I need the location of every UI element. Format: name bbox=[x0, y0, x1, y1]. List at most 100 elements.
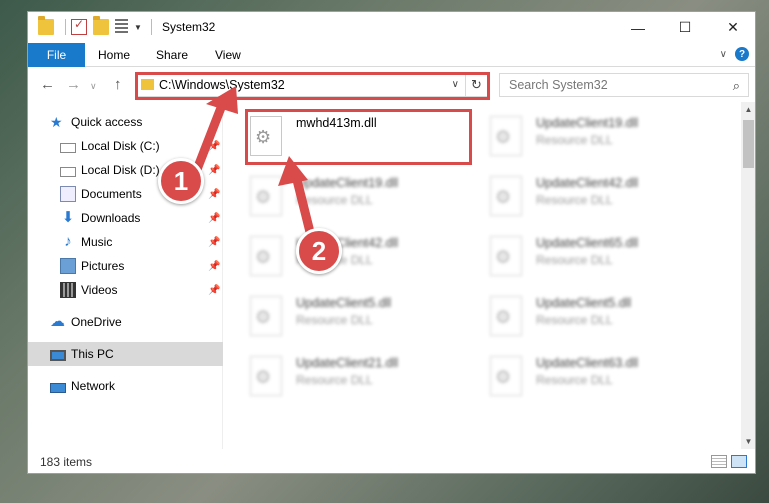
quick-access-toolbar: ▼ bbox=[38, 16, 157, 35]
file-name: UpdateClient65.dll bbox=[536, 236, 639, 250]
window-title: System32 bbox=[162, 20, 216, 34]
music-icon: ♪ bbox=[64, 233, 72, 250]
view-switcher bbox=[711, 455, 747, 468]
scrollbar-thumb[interactable] bbox=[743, 120, 754, 168]
videos-icon bbox=[60, 282, 76, 298]
file-name: UpdateClient19.dll bbox=[296, 176, 399, 190]
sidebar-item-this-pc[interactable]: This PC bbox=[28, 342, 223, 366]
minimize-button[interactable]: — bbox=[615, 12, 661, 43]
pin-icon[interactable]: 📌 bbox=[208, 189, 220, 200]
sidebar-item-music[interactable]: ♪ Music 📌 bbox=[28, 230, 223, 254]
pin-icon[interactable]: 📌 bbox=[208, 261, 220, 272]
star-icon: ★ bbox=[50, 114, 63, 130]
sidebar-item-label: Videos bbox=[81, 283, 118, 297]
computer-icon bbox=[50, 349, 66, 361]
file-name: UpdateClient5.dll bbox=[536, 296, 632, 310]
file-type: Resource DLL bbox=[536, 373, 613, 387]
sidebar-item-label: Downloads bbox=[81, 211, 141, 225]
folder-icon bbox=[38, 16, 54, 35]
tab-home[interactable]: Home bbox=[98, 48, 130, 62]
sidebar-item-quick-access[interactable]: ★ Quick access bbox=[28, 110, 223, 134]
file-type: Resource DLL bbox=[536, 313, 613, 327]
expand-ribbon-icon[interactable]: ∨ bbox=[720, 49, 727, 60]
properties-icon[interactable] bbox=[115, 19, 128, 35]
sidebar-item-onedrive[interactable]: ☁ OneDrive bbox=[28, 310, 223, 334]
file-type: Resource DLL bbox=[536, 133, 613, 147]
dll-file-icon bbox=[250, 176, 282, 216]
dll-file-icon bbox=[490, 296, 522, 336]
sidebar-item-label: This PC bbox=[71, 347, 114, 361]
details-view-icon[interactable] bbox=[711, 455, 727, 468]
properties-check-icon[interactable] bbox=[71, 17, 87, 35]
step-1-badge: 1 bbox=[158, 158, 204, 204]
ribbon: File Home Share View ∨ ? bbox=[28, 43, 755, 67]
cloud-icon: ☁ bbox=[50, 313, 65, 330]
vertical-scrollbar[interactable]: ▲ ▼ bbox=[741, 102, 755, 449]
navigation-pane: ★ Quick access Local Disk (C:) 📌 Local D… bbox=[28, 102, 223, 449]
pin-icon[interactable]: 📌 bbox=[208, 285, 220, 296]
search-placeholder: Search System32 bbox=[509, 78, 608, 92]
sidebar-item-pictures[interactable]: Pictures 📌 bbox=[28, 254, 223, 278]
file-type: Resource DLL bbox=[536, 253, 613, 267]
address-bar-highlight bbox=[135, 72, 490, 100]
search-icon[interactable]: ⌕ bbox=[733, 78, 740, 94]
sidebar-item-label: OneDrive bbox=[71, 315, 122, 329]
tab-view[interactable]: View bbox=[215, 48, 241, 62]
file-item[interactable]: UpdateClient19.dll Resource DLL bbox=[224, 170, 444, 220]
sidebar-item-downloads[interactable]: ⬇ Downloads 📌 bbox=[28, 206, 223, 230]
file-name: UpdateClient63.dll bbox=[536, 356, 639, 370]
file-item[interactable]: UpdateClient5.dll Resource DLL bbox=[224, 290, 444, 340]
ribbon-right-controls: ∨ ? bbox=[720, 47, 749, 61]
file-item[interactable]: UpdateClient21.dll Resource DLL bbox=[224, 350, 444, 400]
sidebar-item-videos[interactable]: Videos 📌 bbox=[28, 278, 223, 302]
up-icon[interactable]: ↑ bbox=[114, 76, 122, 93]
toolbar-divider bbox=[65, 19, 66, 35]
pin-icon[interactable]: 📌 bbox=[208, 141, 220, 152]
scroll-down-icon[interactable]: ▼ bbox=[741, 434, 755, 449]
file-type: Resource DLL bbox=[296, 313, 373, 327]
sidebar-item-label: Network bbox=[71, 379, 116, 393]
pictures-icon bbox=[60, 258, 76, 274]
file-name: UpdateClient19.dll bbox=[536, 116, 639, 130]
forward-icon[interactable]: → bbox=[66, 76, 81, 93]
file-highlight bbox=[245, 109, 472, 165]
maximize-button[interactable]: ☐ bbox=[662, 12, 708, 43]
file-item[interactable]: UpdateClient63.dll Resource DLL bbox=[464, 350, 684, 400]
back-icon[interactable]: ← bbox=[40, 76, 55, 93]
customize-toolbar-icon[interactable]: ▼ bbox=[134, 23, 142, 32]
dll-file-icon bbox=[490, 116, 522, 156]
large-icons-view-icon[interactable] bbox=[731, 455, 747, 468]
file-name: UpdateClient5.dll bbox=[296, 296, 392, 310]
sidebar-item-label: Local Disk (D:) bbox=[81, 163, 160, 177]
search-input[interactable]: Search System32 ⌕ bbox=[499, 73, 749, 97]
toolbar-divider bbox=[150, 19, 152, 35]
tab-file[interactable]: File bbox=[28, 43, 85, 67]
scroll-up-icon[interactable]: ▲ bbox=[741, 102, 755, 117]
pin-icon[interactable]: 📌 bbox=[208, 237, 220, 248]
dll-file-icon bbox=[490, 236, 522, 276]
tab-share[interactable]: Share bbox=[156, 48, 188, 62]
sidebar-item-label: Music bbox=[81, 235, 113, 249]
file-item[interactable]: UpdateClient42.dll Resource DLL bbox=[464, 170, 684, 220]
sidebar-item-label: Documents bbox=[81, 187, 142, 201]
file-item[interactable]: UpdateClient5.dll Resource DLL bbox=[464, 290, 684, 340]
file-name: UpdateClient21.dll bbox=[296, 356, 399, 370]
file-item[interactable]: UpdateClient65.dll Resource DLL bbox=[464, 230, 684, 280]
help-icon[interactable]: ? bbox=[735, 47, 749, 61]
new-folder-icon[interactable] bbox=[93, 16, 109, 35]
sidebar-item-local-disk-c[interactable]: Local Disk (C:) 📌 bbox=[28, 134, 223, 158]
disk-icon bbox=[60, 167, 76, 177]
dll-file-icon bbox=[490, 356, 522, 396]
dll-file-icon bbox=[490, 176, 522, 216]
close-button[interactable]: ✕ bbox=[710, 12, 755, 43]
pin-icon[interactable]: 📌 bbox=[208, 165, 220, 176]
sidebar-item-label: Local Disk (C:) bbox=[81, 139, 160, 153]
pin-icon[interactable]: 📌 bbox=[208, 213, 220, 224]
file-item[interactable]: UpdateClient19.dll Resource DLL bbox=[464, 110, 684, 160]
status-bar: 183 items bbox=[28, 449, 755, 473]
title-bar: ▼ System32 — ☐ ✕ bbox=[28, 12, 755, 43]
recent-locations-icon[interactable]: ∨ bbox=[90, 81, 97, 92]
sidebar-item-network[interactable]: Network bbox=[28, 374, 223, 398]
sidebar-item-label: Quick access bbox=[71, 115, 143, 129]
file-type: Resource DLL bbox=[296, 373, 373, 387]
